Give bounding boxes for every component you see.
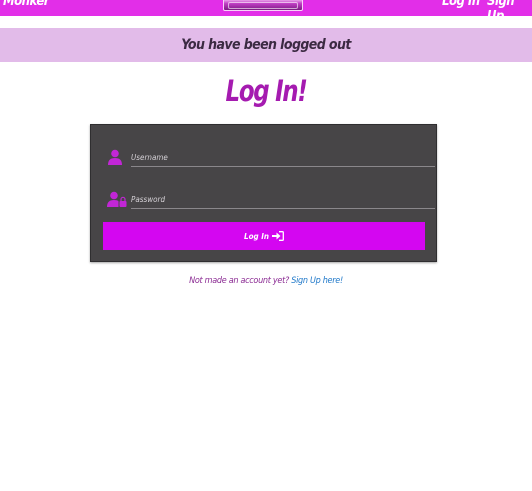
alert-message: You have been logged out [181,37,351,53]
username-row [107,147,435,167]
signup-prompt-text: Not made an account yet? [189,276,289,286]
user-lock-icon [107,191,127,207]
password-row [107,189,435,209]
login-form: Log In [90,124,437,262]
login-button-label: Log In [244,231,269,241]
login-button[interactable]: Log In [103,222,425,250]
user-icon [108,149,122,165]
logout-alert: You have been logged out [0,28,532,62]
site-logo[interactable] [223,0,303,11]
password-input[interactable] [131,189,435,209]
brand-name[interactable]: Monker [3,0,50,9]
top-navbar: Monker Log In Sign Up [0,0,532,24]
signup-link[interactable]: Sign Up here! [291,276,343,286]
username-input[interactable] [131,147,435,167]
nav-login-link[interactable]: Log In [442,0,480,9]
sign-in-icon [272,231,284,241]
nav-signup-link[interactable]: Sign Up [487,0,532,24]
page-title: Log In! [225,74,308,108]
signup-prompt: Not made an account yet? Sign Up here! [0,276,532,286]
